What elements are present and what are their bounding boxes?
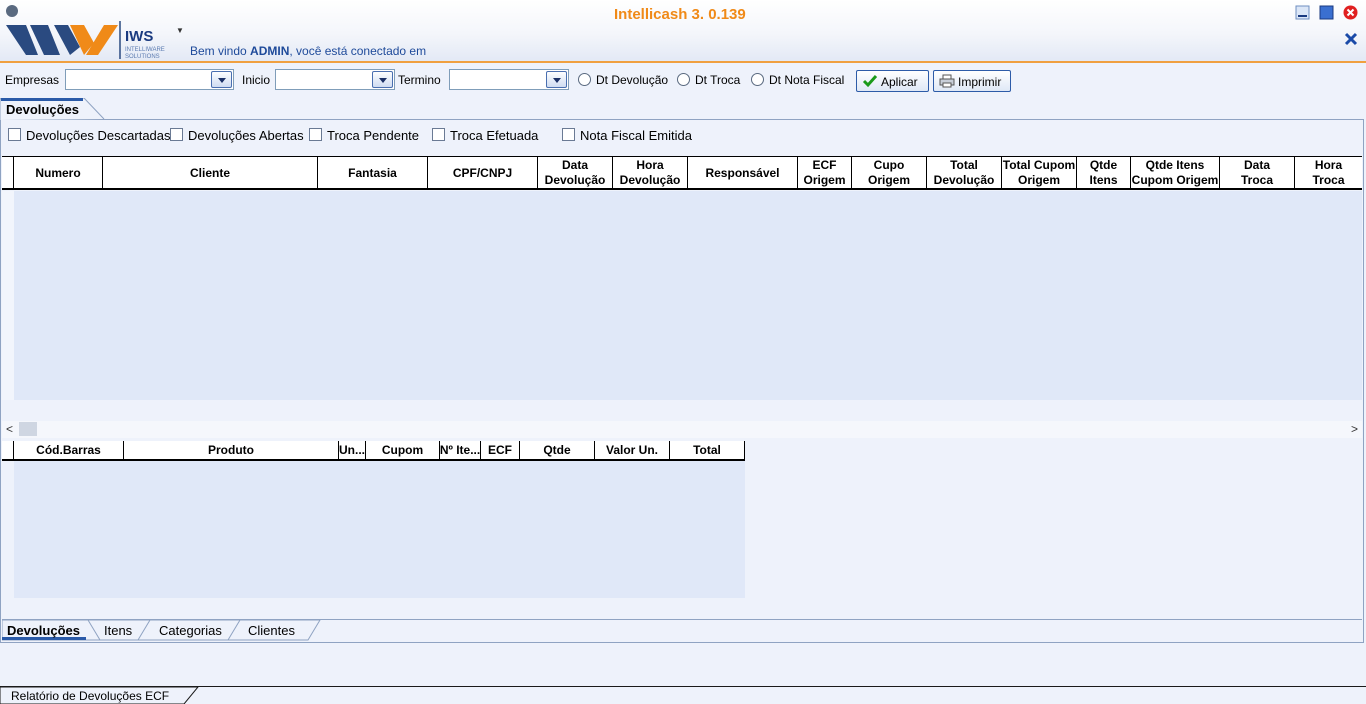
column-header-qtde-itens-cupom-origem[interactable]: Qtde Itens Cupom Origem [1131, 157, 1220, 189]
column-header-hora-troca[interactable]: Hora Troca [1295, 157, 1362, 189]
column-header-data-troca[interactable]: Data Troca [1220, 157, 1295, 189]
column-header-responsavel[interactable]: Responsável [688, 157, 798, 189]
column-header-ecf[interactable]: ECF [481, 441, 520, 459]
column-header-qtde-itens[interactable]: Qtde Itens [1077, 157, 1131, 189]
checkbox-troca-pendente-label[interactable]: Troca Pendente [327, 128, 419, 143]
radio-dt-nota-fiscal-label[interactable]: Dt Nota Fiscal [769, 73, 844, 87]
welcome-message: Bem vindo ADMIN, você está conectado em [190, 44, 427, 58]
column-header-total-cupom-origem[interactable]: Total Cupom Origem [1002, 157, 1077, 189]
grid-row-indicator [2, 191, 14, 400]
radio-dt-troca[interactable] [677, 73, 690, 86]
checkbox-devolucoes-descartadas-label[interactable]: Devoluções Descartadas [26, 128, 171, 143]
checkbox-devolucoes-descartadas[interactable] [8, 128, 21, 141]
checkbox-troca-efetuada[interactable] [432, 128, 445, 141]
horizontal-scrollbar[interactable]: < > [2, 421, 1362, 438]
maximize-icon[interactable] [1319, 5, 1334, 20]
printer-icon [939, 74, 955, 88]
window-close-icon[interactable] [1343, 5, 1358, 20]
items-grid-body[interactable] [14, 461, 745, 598]
empresas-label: Empresas [5, 73, 60, 87]
termino-date-picker[interactable] [449, 69, 569, 90]
devolucoes-grid-header: Numero Cliente Fantasia CPF/CNPJ Data De… [2, 156, 1362, 190]
title-bar: IWS INTELLIWARE SOLUTIONS ▼ Bem vindo AD… [0, 0, 1366, 63]
tab-clientes[interactable]: Clientes [248, 623, 295, 638]
column-header-produto[interactable]: Produto [124, 441, 339, 459]
tab-categorias[interactable]: Categorias [159, 623, 222, 638]
check-icon [862, 75, 878, 88]
checkbox-devolucoes-abertas-label[interactable]: Devoluções Abertas [188, 128, 304, 143]
column-header-valor-un[interactable]: Valor Un. [595, 441, 670, 459]
column-header-numero[interactable]: Numero [14, 157, 103, 189]
footer-tab-shape [0, 686, 1366, 704]
column-header-data-devolucao[interactable]: Data Devolução [538, 157, 613, 189]
empresas-combo[interactable] [65, 69, 234, 90]
tab-itens[interactable]: Itens [104, 623, 132, 638]
print-button[interactable]: Imprimir [933, 70, 1011, 92]
column-header-fantasia[interactable]: Fantasia [318, 157, 428, 189]
termino-label: Termino [398, 73, 441, 87]
logo-menu-caret-icon[interactable]: ▼ [176, 26, 184, 35]
minimize-icon[interactable] [1295, 5, 1310, 20]
svg-text:IWS: IWS [125, 28, 153, 45]
window-tab-bar: Relatório de Devoluções ECF [0, 686, 1366, 704]
iws-logo: IWS INTELLIWARE SOLUTIONS [6, 5, 165, 60]
tab-relatorio-devolucoes-ecf[interactable]: Relatório de Devoluções ECF [11, 689, 169, 703]
radio-dt-devolucao[interactable] [578, 73, 591, 86]
chevron-down-icon[interactable] [372, 71, 393, 88]
radio-dt-devolucao-label[interactable]: Dt Devolução [596, 73, 668, 87]
column-header-unidade[interactable]: Un... [339, 441, 366, 459]
chevron-down-icon[interactable] [546, 71, 567, 88]
items-indicator-column [2, 441, 14, 459]
apply-button[interactable]: Aplicar [856, 70, 929, 92]
checkbox-troca-pendente[interactable] [309, 128, 322, 141]
tab-devolucoes-bottom[interactable]: Devoluções [7, 623, 80, 638]
column-header-ecf-origem[interactable]: ECF Origem [798, 157, 852, 189]
tab-devolucoes-label: Devoluções [6, 102, 79, 117]
inicio-date-picker[interactable] [275, 69, 395, 90]
radio-dt-nota-fiscal[interactable] [751, 73, 764, 86]
column-header-cupom[interactable]: Cupom [366, 441, 440, 459]
inicio-label: Inicio [242, 73, 271, 87]
checkbox-devolucoes-abertas[interactable] [170, 128, 183, 141]
items-grid-header: Cód.Barras Produto Un... Cupom Nº Ite...… [2, 441, 745, 461]
chevron-down-icon[interactable] [211, 71, 232, 88]
checkbox-nota-fiscal-emitida[interactable] [562, 128, 575, 141]
column-header-hora-devolucao[interactable]: Hora Devolução [613, 157, 688, 189]
column-header-cpf-cnpj[interactable]: CPF/CNPJ [428, 157, 538, 189]
grid-indicator-column [2, 157, 14, 189]
scroll-right-icon[interactable]: > [1351, 422, 1358, 436]
close-form-icon[interactable] [1344, 32, 1358, 46]
column-header-numero-item[interactable]: Nº Ite... [440, 441, 481, 459]
filter-bar: Empresas Inicio Termino Dt Devolução Dt … [0, 66, 1366, 94]
scroll-thumb[interactable] [19, 422, 37, 436]
svg-text:SOLUTIONS: SOLUTIONS [125, 54, 160, 60]
column-header-cod-barras[interactable]: Cód.Barras [14, 441, 124, 459]
radio-dt-troca-label[interactable]: Dt Troca [695, 73, 740, 87]
column-header-qtde[interactable]: Qtde [520, 441, 595, 459]
column-header-total[interactable]: Total [670, 441, 745, 459]
checkbox-nota-fiscal-emitida-label[interactable]: Nota Fiscal Emitida [580, 128, 692, 143]
checkbox-troca-efetuada-label[interactable]: Troca Efetuada [450, 128, 538, 143]
scroll-left-icon[interactable]: < [6, 422, 13, 436]
column-header-cupo-origem[interactable]: Cupo Origem [852, 157, 927, 189]
column-header-cliente[interactable]: Cliente [103, 157, 318, 189]
devolucoes-grid-body[interactable] [14, 191, 1362, 400]
column-header-total-devolucao[interactable]: Total Devolução [927, 157, 1002, 189]
svg-text:INTELLIWARE: INTELLIWARE [125, 47, 165, 53]
app-title: Intellicash 3. 0.139 [614, 6, 746, 23]
